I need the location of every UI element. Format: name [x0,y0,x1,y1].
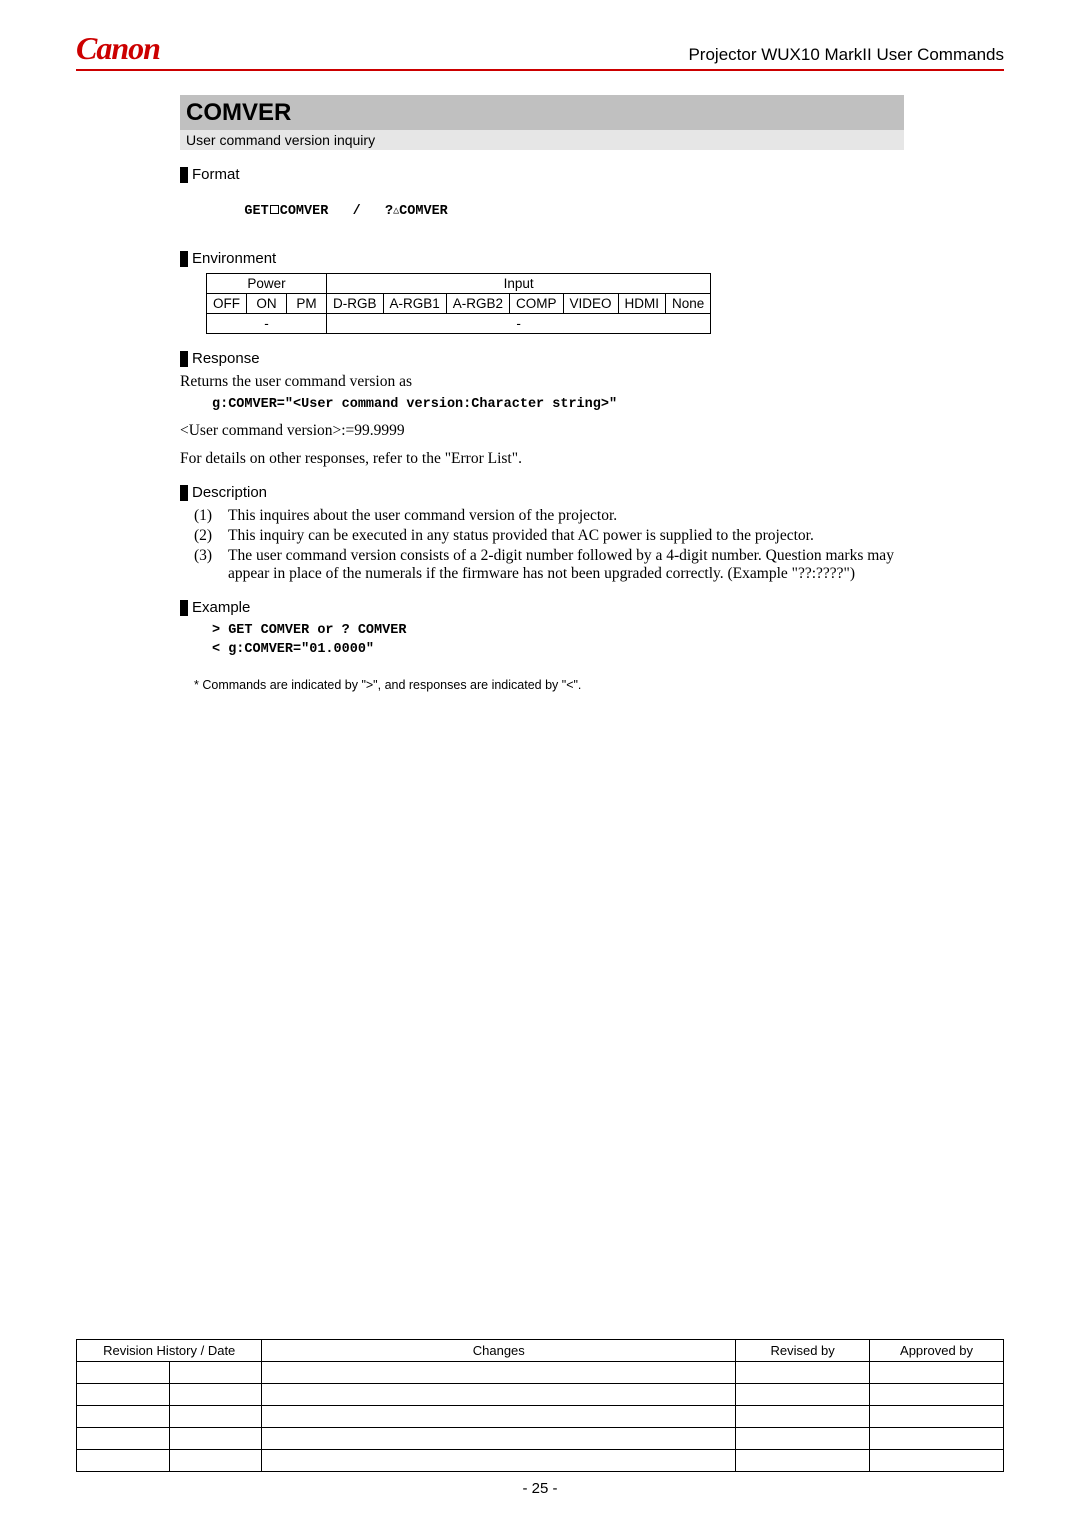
item-text: The user command version consists of a 2… [228,547,904,583]
format-prefix: GET [244,204,268,219]
item-num: (2) [194,527,228,545]
env-col: VIDEO [563,294,618,314]
env-col: OFF [207,294,247,314]
env-col: D-RGB [327,294,384,314]
environment-table: Power Input OFF ON PM D-RGB A-RGB1 A-RGB… [206,273,711,334]
env-col: None [666,294,711,314]
response-note: For details on other responses, refer to… [180,450,904,468]
section-format: Format [180,166,904,183]
env-power-header: Power [207,274,327,294]
section-description: Description [180,484,904,501]
env-col: ON [247,294,287,314]
format-syntax: GETCOMVER / ?△COMVER [180,189,904,234]
item-text: This inquires about the user command ver… [228,507,617,525]
env-col: A-RGB2 [446,294,509,314]
rev-header: Revision History / Date [77,1340,262,1362]
list-item: (2)This inquiry can be executed in any s… [194,527,904,545]
response-mono: g:COMVER="<User command version:Characte… [180,397,904,412]
section-environment: Environment [180,250,904,267]
item-num: (3) [194,547,228,583]
space-symbol-icon [270,205,279,214]
doc-title: Projector WUX10 MarkII User Commands [688,45,1004,67]
command-title-bar: COMVER [180,95,904,130]
command-brief-bar: User command version inquiry [180,130,904,150]
env-col: A-RGB1 [383,294,446,314]
env-col: HDMI [618,294,666,314]
env-col: PM [287,294,327,314]
page-number: - 25 - [76,1480,1004,1497]
format-cmd1: COMVER [280,204,329,219]
brand-logo: Canon [76,30,160,67]
env-input-value: - [327,314,711,334]
rev-header: Approved by [870,1340,1004,1362]
env-col: COMP [510,294,564,314]
format-cmd2: COMVER [399,204,448,219]
section-response: Response [180,350,904,367]
rev-header: Revised by [736,1340,870,1362]
item-num: (1) [194,507,228,525]
item-text: This inquiry can be executed in any stat… [228,527,814,545]
response-range: <User command version>:=99.9999 [180,422,904,440]
header-divider [76,69,1004,71]
format-separator: / ? [328,204,393,219]
env-power-value: - [207,314,327,334]
example-line1: > GET COMVER or ? COMVER [180,622,904,641]
example-line2: < g:COMVER="01.0000" [180,641,904,660]
list-item: (1)This inquires about the user command … [194,507,904,525]
description-list: (1)This inquires about the user command … [180,507,904,583]
list-item: (3)The user command version consists of … [194,547,904,583]
rev-header: Changes [262,1340,736,1362]
example-note: * Commands are indicated by ">", and res… [180,678,904,692]
env-input-header: Input [327,274,711,294]
response-intro: Returns the user command version as [180,373,904,391]
revision-table: Revision History / Date Changes Revised … [76,1339,1004,1472]
section-example: Example [180,599,904,616]
